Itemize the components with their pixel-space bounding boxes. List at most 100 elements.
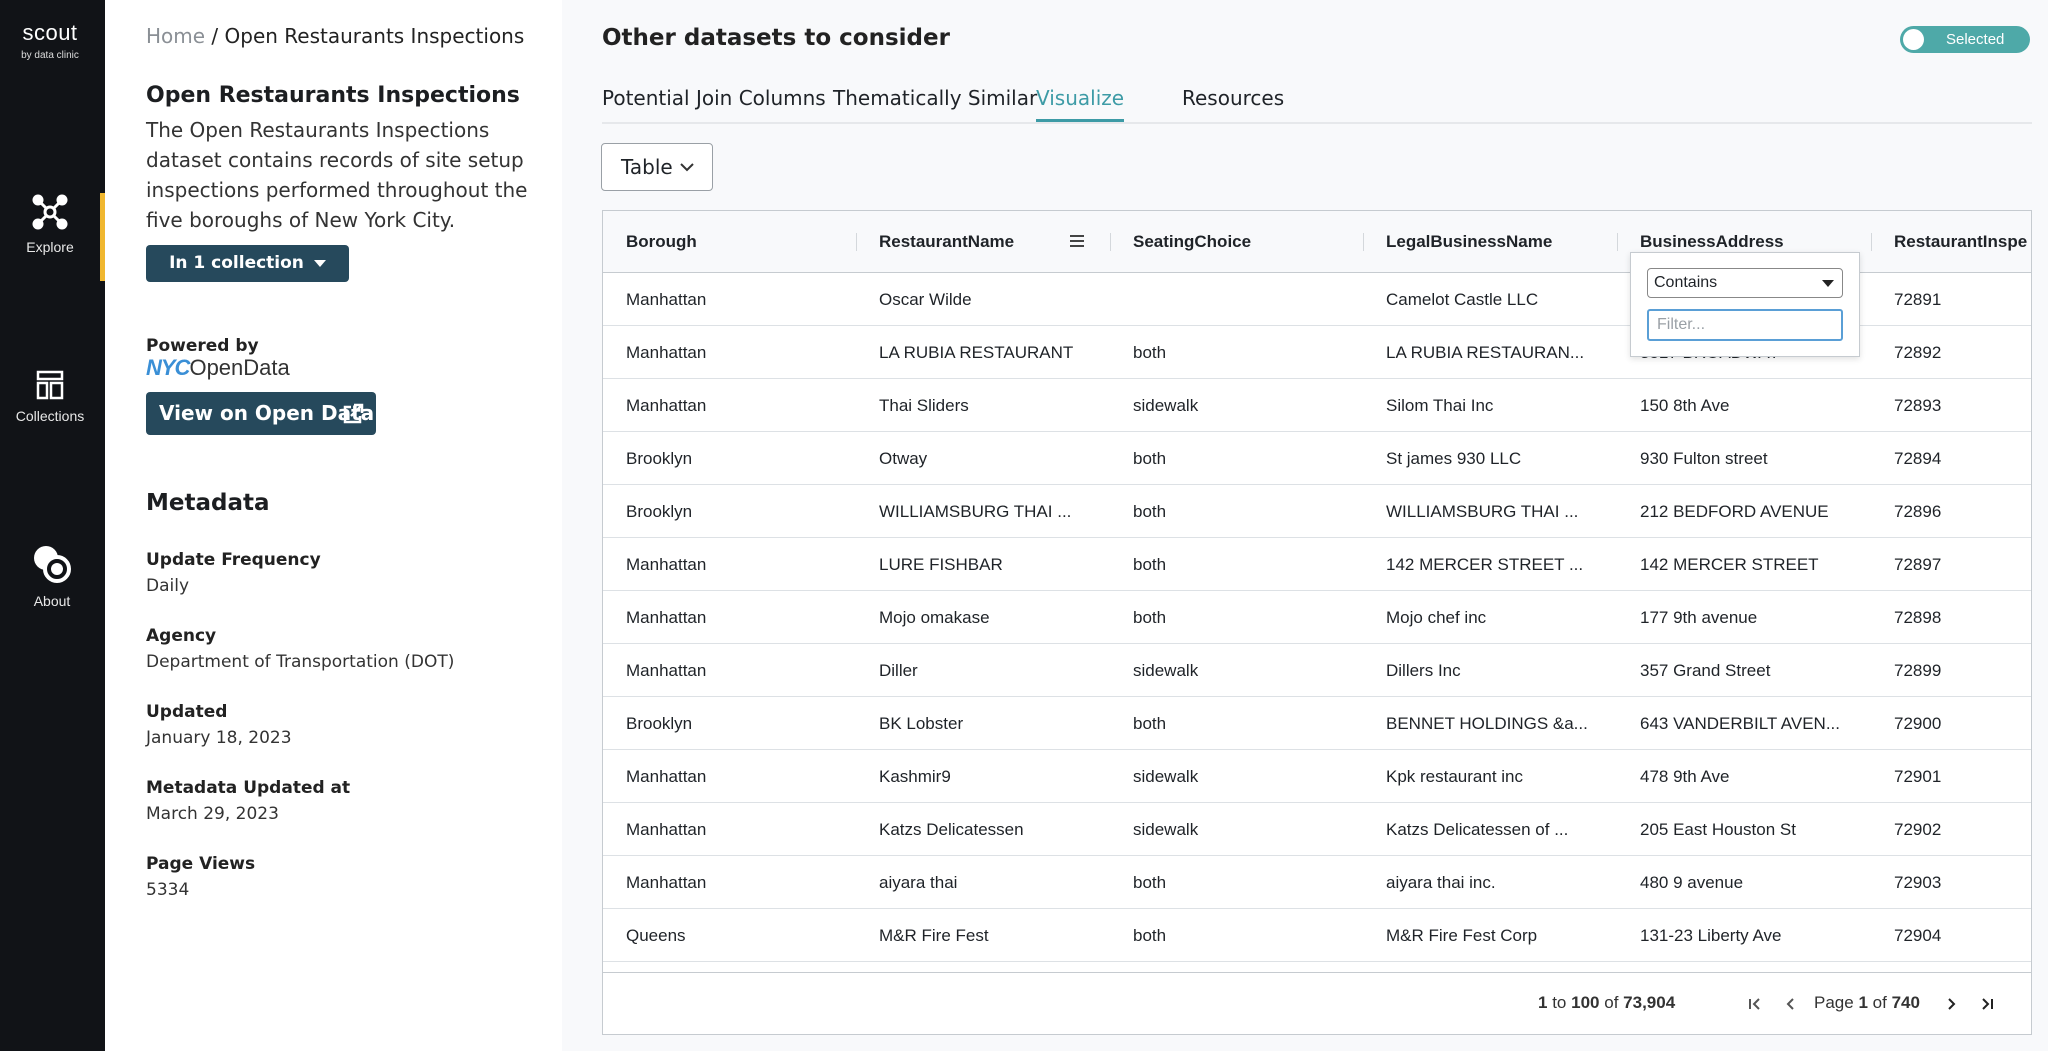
collection-dropdown-button[interactable]: In 1 collection — [146, 245, 349, 282]
table-cell[interactable]: sidewalk — [1110, 644, 1363, 697]
table-cell[interactable]: WILLIAMSBURG THAI ... — [1363, 485, 1617, 538]
table-row[interactable]: Brooklyn Otway both St james 930 LLC 930 Ful… — [603, 432, 2031, 485]
table-cell[interactable]: Mojo omakase — [856, 591, 1110, 644]
table-row[interactable]: Brooklyn BK Lobster both BENNET HOLDINGS &a… — [603, 697, 2031, 750]
table-cell[interactable]: 177 9th avenue — [1617, 591, 1871, 644]
view-on-open-data-button[interactable]: View on Open Data — [146, 392, 376, 435]
nav-item-explore[interactable]: Explore — [0, 193, 100, 255]
table-cell[interactable]: Oscar Wilde — [856, 273, 1110, 326]
column-header[interactable]: SeatingChoice — [1110, 211, 1251, 273]
table-cell[interactable]: Brooklyn — [603, 697, 856, 750]
table-cell[interactable]: Queens — [603, 909, 856, 962]
table-cell[interactable]: Manhattan — [603, 644, 856, 697]
table-cell[interactable]: sidewalk — [1110, 803, 1363, 856]
table-cell[interactable]: 142 MERCER STREET ... — [1363, 538, 1617, 591]
table-cell[interactable]: Brooklyn — [603, 485, 856, 538]
table-cell[interactable]: Thai Sliders — [856, 379, 1110, 432]
table-cell[interactable]: 72902 — [1871, 803, 2031, 856]
table-cell[interactable]: both — [1110, 856, 1363, 909]
table-cell[interactable]: 72897 — [1871, 538, 2031, 591]
tab-potential-join-columns[interactable]: Potential Join Columns — [602, 86, 826, 122]
table-cell[interactable]: Manhattan — [603, 538, 856, 591]
column-menu-icon[interactable] — [1070, 235, 1084, 247]
table-cell[interactable]: Kpk restaurant inc — [1363, 750, 1617, 803]
table-row[interactable]: Manhattan Thai Sliders sidewalk Silom Thai … — [603, 379, 2031, 432]
column-header[interactable]: LegalBusinessName — [1363, 211, 1552, 273]
table-cell[interactable]: both — [1110, 432, 1363, 485]
table-row[interactable]: Queens M&R Fire Fest both M&R Fire Fest Cor… — [603, 909, 2031, 962]
table-row[interactable]: Brooklyn WILLIAMSBURG THAI ... both WILLIAM… — [603, 485, 2031, 538]
table-cell[interactable]: 643 VANDERBILT AVEN... — [1617, 697, 1871, 750]
table-cell[interactable]: 930 Fulton street — [1617, 432, 1871, 485]
table-cell[interactable]: Otway — [856, 432, 1110, 485]
view-type-select[interactable]: Table — [601, 143, 713, 191]
table-cell[interactable]: Brooklyn — [603, 432, 856, 485]
brand[interactable]: scout by data clinic — [0, 20, 100, 61]
table-row[interactable]: Manhattan aiyara thai both aiyara thai inc.… — [603, 856, 2031, 909]
table-cell[interactable]: Manhattan — [603, 856, 856, 909]
tab-resources[interactable]: Resources — [1182, 86, 1284, 122]
table-cell[interactable]: Manhattan — [603, 591, 856, 644]
table-cell[interactable]: St james 930 LLC — [1363, 432, 1617, 485]
table-cell[interactable]: Kashmir9 — [856, 750, 1110, 803]
table-cell[interactable]: 142 MERCER STREET — [1617, 538, 1871, 591]
table-cell[interactable]: WILLIAMSBURG THAI ... — [856, 485, 1110, 538]
tab-visualize[interactable]: Visualize — [1036, 86, 1125, 122]
table-cell[interactable]: both — [1110, 326, 1363, 379]
table-cell[interactable]: Manhattan — [603, 750, 856, 803]
table-cell[interactable]: Camelot Castle LLC — [1363, 273, 1617, 326]
table-cell[interactable]: 72899 — [1871, 644, 2031, 697]
table-cell[interactable]: Diller — [856, 644, 1110, 697]
table-cell[interactable]: 72900 — [1871, 697, 2031, 750]
table-cell[interactable]: 72894 — [1871, 432, 2031, 485]
table-cell[interactable]: Katzs Delicatessen — [856, 803, 1110, 856]
table-cell[interactable] — [1110, 273, 1363, 326]
table-cell[interactable]: Dillers Inc — [1363, 644, 1617, 697]
table-cell[interactable]: 205 East Houston St — [1617, 803, 1871, 856]
table-cell[interactable]: Katzs Delicatessen of ... — [1363, 803, 1617, 856]
table-cell[interactable]: 72891 — [1871, 273, 2031, 326]
filter-input[interactable] — [1647, 309, 1843, 341]
previous-page-icon[interactable] — [1779, 992, 1801, 1016]
table-cell[interactable]: both — [1110, 591, 1363, 644]
table-cell[interactable]: sidewalk — [1110, 750, 1363, 803]
table-cell[interactable]: 72898 — [1871, 591, 2031, 644]
table-cell[interactable]: Mojo chef inc — [1363, 591, 1617, 644]
table-cell[interactable]: 72892 — [1871, 326, 2031, 379]
table-cell[interactable]: both — [1110, 697, 1363, 750]
table-cell[interactable]: both — [1110, 538, 1363, 591]
first-page-icon[interactable] — [1744, 992, 1766, 1016]
table-cell[interactable]: 72901 — [1871, 750, 2031, 803]
column-header[interactable]: RestaurantInspe — [1871, 211, 2027, 273]
table-cell[interactable]: Manhattan — [603, 273, 856, 326]
table-cell[interactable]: LURE FISHBAR — [856, 538, 1110, 591]
selected-toggle[interactable]: Selected — [1900, 26, 2030, 53]
table-cell[interactable]: 72896 — [1871, 485, 2031, 538]
table-cell[interactable]: 478 9th Ave — [1617, 750, 1871, 803]
last-page-icon[interactable] — [1976, 992, 1998, 1016]
nav-item-about[interactable]: About — [2, 543, 102, 609]
table-row[interactable]: Manhattan LURE FISHBAR both 142 MERCER STRE… — [603, 538, 2031, 591]
table-cell[interactable]: aiyara thai inc. — [1363, 856, 1617, 909]
table-cell[interactable]: both — [1110, 485, 1363, 538]
table-cell[interactable]: Silom Thai Inc — [1363, 379, 1617, 432]
table-row[interactable]: Manhattan Kashmir9 sidewalk Kpk restaurant … — [603, 750, 2031, 803]
table-cell[interactable]: M&R Fire Fest — [856, 909, 1110, 962]
table-cell[interactable]: Manhattan — [603, 326, 856, 379]
table-cell[interactable]: M&R Fire Fest Corp — [1363, 909, 1617, 962]
table-cell[interactable]: LA RUBIA RESTAURAN... — [1363, 326, 1617, 379]
table-cell[interactable]: Manhattan — [603, 379, 856, 432]
table-cell[interactable]: 131-23 Liberty Ave — [1617, 909, 1871, 962]
table-cell[interactable]: BENNET HOLDINGS &a... — [1363, 697, 1617, 750]
next-page-icon[interactable] — [1941, 992, 1963, 1016]
table-cell[interactable]: 72893 — [1871, 379, 2031, 432]
table-cell[interactable]: BK Lobster — [856, 697, 1110, 750]
table-cell[interactable]: 150 8th Ave — [1617, 379, 1871, 432]
table-cell[interactable]: 480 9 avenue — [1617, 856, 1871, 909]
table-cell[interactable]: 72904 — [1871, 909, 2031, 962]
table-cell[interactable]: LA RUBIA RESTAURANT — [856, 326, 1110, 379]
column-header[interactable]: Borough — [603, 211, 697, 273]
table-row[interactable]: Manhattan Diller sidewalk Dillers Inc 357 Gr… — [603, 644, 2031, 697]
nav-item-collections[interactable]: Collections — [0, 370, 100, 424]
table-row[interactable]: Manhattan Mojo omakase both Mojo chef inc 17… — [603, 591, 2031, 644]
